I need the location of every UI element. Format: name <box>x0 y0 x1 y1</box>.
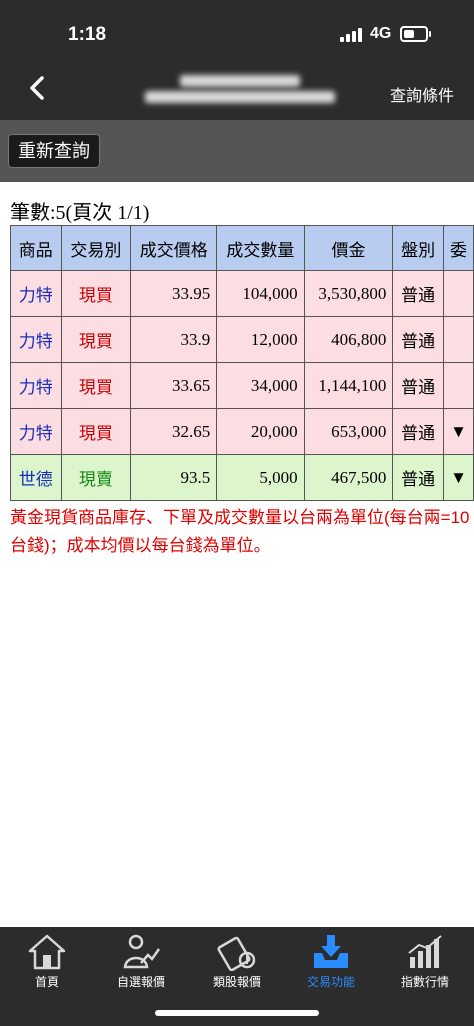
unit-note: 黃金現貨商品庫存、下單及成交數量以台兩為單位(每台兩=10台錢)；成本均價以每台… <box>10 508 470 555</box>
market-cell: 普通 <box>392 408 444 455</box>
col-header-side: 交易別 <box>60 225 132 271</box>
market-cell: 普通 <box>392 362 444 409</box>
side-cell: 現買 <box>60 408 132 455</box>
qty-cell: 104,000 <box>216 270 305 317</box>
amount-cell: 3,530,800 <box>303 270 394 317</box>
amount-cell: 1,144,100 <box>303 362 394 409</box>
top-bar: 1:18 4G 查詢條件 <box>0 0 474 120</box>
side-cell: 現買 <box>60 316 132 363</box>
table-row[interactable]: 力特 現買 32.65 20,000 653,000 普通 ▼ <box>10 408 474 455</box>
amount-cell: 467,500 <box>303 454 394 501</box>
tab-label: 自選報價 <box>116 975 165 989</box>
price-cell: 32.65 <box>130 408 218 455</box>
price-cell: 33.95 <box>130 270 218 317</box>
status-time: 1:18 <box>68 24 107 45</box>
table-row[interactable]: 力特 現買 33.65 34,000 1,144,100 普通 <box>10 362 474 409</box>
col-header-order: 委 <box>442 225 474 271</box>
qty-cell: 20,000 <box>216 408 305 455</box>
home-indicator[interactable] <box>155 1010 319 1016</box>
side-cell: 現賣 <box>60 454 132 501</box>
price-cell: 33.9 <box>130 316 218 363</box>
market-cell: 普通 <box>392 316 444 363</box>
product-cell: 力特 <box>10 270 62 317</box>
col-header-qty: 成交數量 <box>216 225 305 271</box>
qty-cell: 12,000 <box>216 316 305 363</box>
product-cell: 力特 <box>10 316 62 363</box>
tab-label: 指數行情 <box>400 975 449 989</box>
query-conditions-button[interactable]: 查詢條件 <box>390 82 454 106</box>
tab-label: 類股報價 <box>212 975 261 989</box>
tab-label: 交易功能 <box>306 975 355 989</box>
index-chart-icon <box>408 935 442 968</box>
market-cell: 普通 <box>392 270 444 317</box>
side-cell: 現買 <box>60 362 132 409</box>
price-cell: 33.65 <box>130 362 218 409</box>
product-cell: 力特 <box>10 408 62 455</box>
signal-icon <box>340 28 362 42</box>
favorite-quote-icon <box>123 934 161 969</box>
product-cell: 力特 <box>10 362 62 409</box>
table-header-row: 商品 交易別 成交價格 成交數量 價金 盤別 委 <box>10 225 474 271</box>
qty-cell: 5,000 <box>216 454 305 501</box>
product-cell: 世德 <box>10 454 62 501</box>
tab-favorite-quote[interactable]: 自選報價 <box>94 927 188 991</box>
trade-icon <box>314 935 348 968</box>
col-header-amount: 價金 <box>303 225 394 271</box>
trades-table: 商品 交易別 成交價格 成交數量 價金 盤別 委 力特 現買 33.95 104… <box>10 225 474 501</box>
tab-home[interactable]: 首頁 <box>0 927 94 991</box>
table-row[interactable]: 世德 現賣 93.5 5,000 467,500 普通 ▼ <box>10 454 474 501</box>
tab-index-quote[interactable]: 指數行情 <box>378 927 472 991</box>
network-label: 4G <box>370 25 392 42</box>
toolbar: 重新查詢 <box>0 120 474 182</box>
price-cell: 93.5 <box>130 454 218 501</box>
order-cell: ▼ <box>442 408 474 455</box>
back-arrow-icon[interactable] <box>24 74 52 102</box>
requery-button[interactable]: 重新查詢 <box>8 134 100 168</box>
side-cell: 現買 <box>60 270 132 317</box>
sector-quote-icon <box>217 936 256 971</box>
table-row[interactable]: 力特 現買 33.9 12,000 406,800 普通 <box>10 316 474 363</box>
col-header-market: 盤別 <box>392 225 444 271</box>
tab-sector-quote[interactable]: 類股報價 <box>190 927 284 991</box>
order-cell <box>442 362 474 409</box>
market-cell: 普通 <box>392 454 444 501</box>
battery-icon <box>400 26 431 42</box>
amount-cell: 653,000 <box>303 408 394 455</box>
col-header-product: 商品 <box>10 225 62 271</box>
order-cell: ▼ <box>442 454 474 501</box>
col-header-price: 成交價格 <box>130 225 218 271</box>
order-cell <box>442 270 474 317</box>
page-title-redacted <box>140 68 340 110</box>
table-row[interactable]: 力特 現買 33.95 104,000 3,530,800 普通 <box>10 270 474 317</box>
home-icon <box>28 934 66 970</box>
amount-cell: 406,800 <box>303 316 394 363</box>
qty-cell: 34,000 <box>216 362 305 409</box>
tab-label: 首頁 <box>34 975 59 989</box>
record-count: 筆數:5(頁次 1/1) <box>10 202 150 224</box>
order-cell <box>442 316 474 363</box>
tab-trade[interactable]: 交易功能 <box>284 927 378 991</box>
